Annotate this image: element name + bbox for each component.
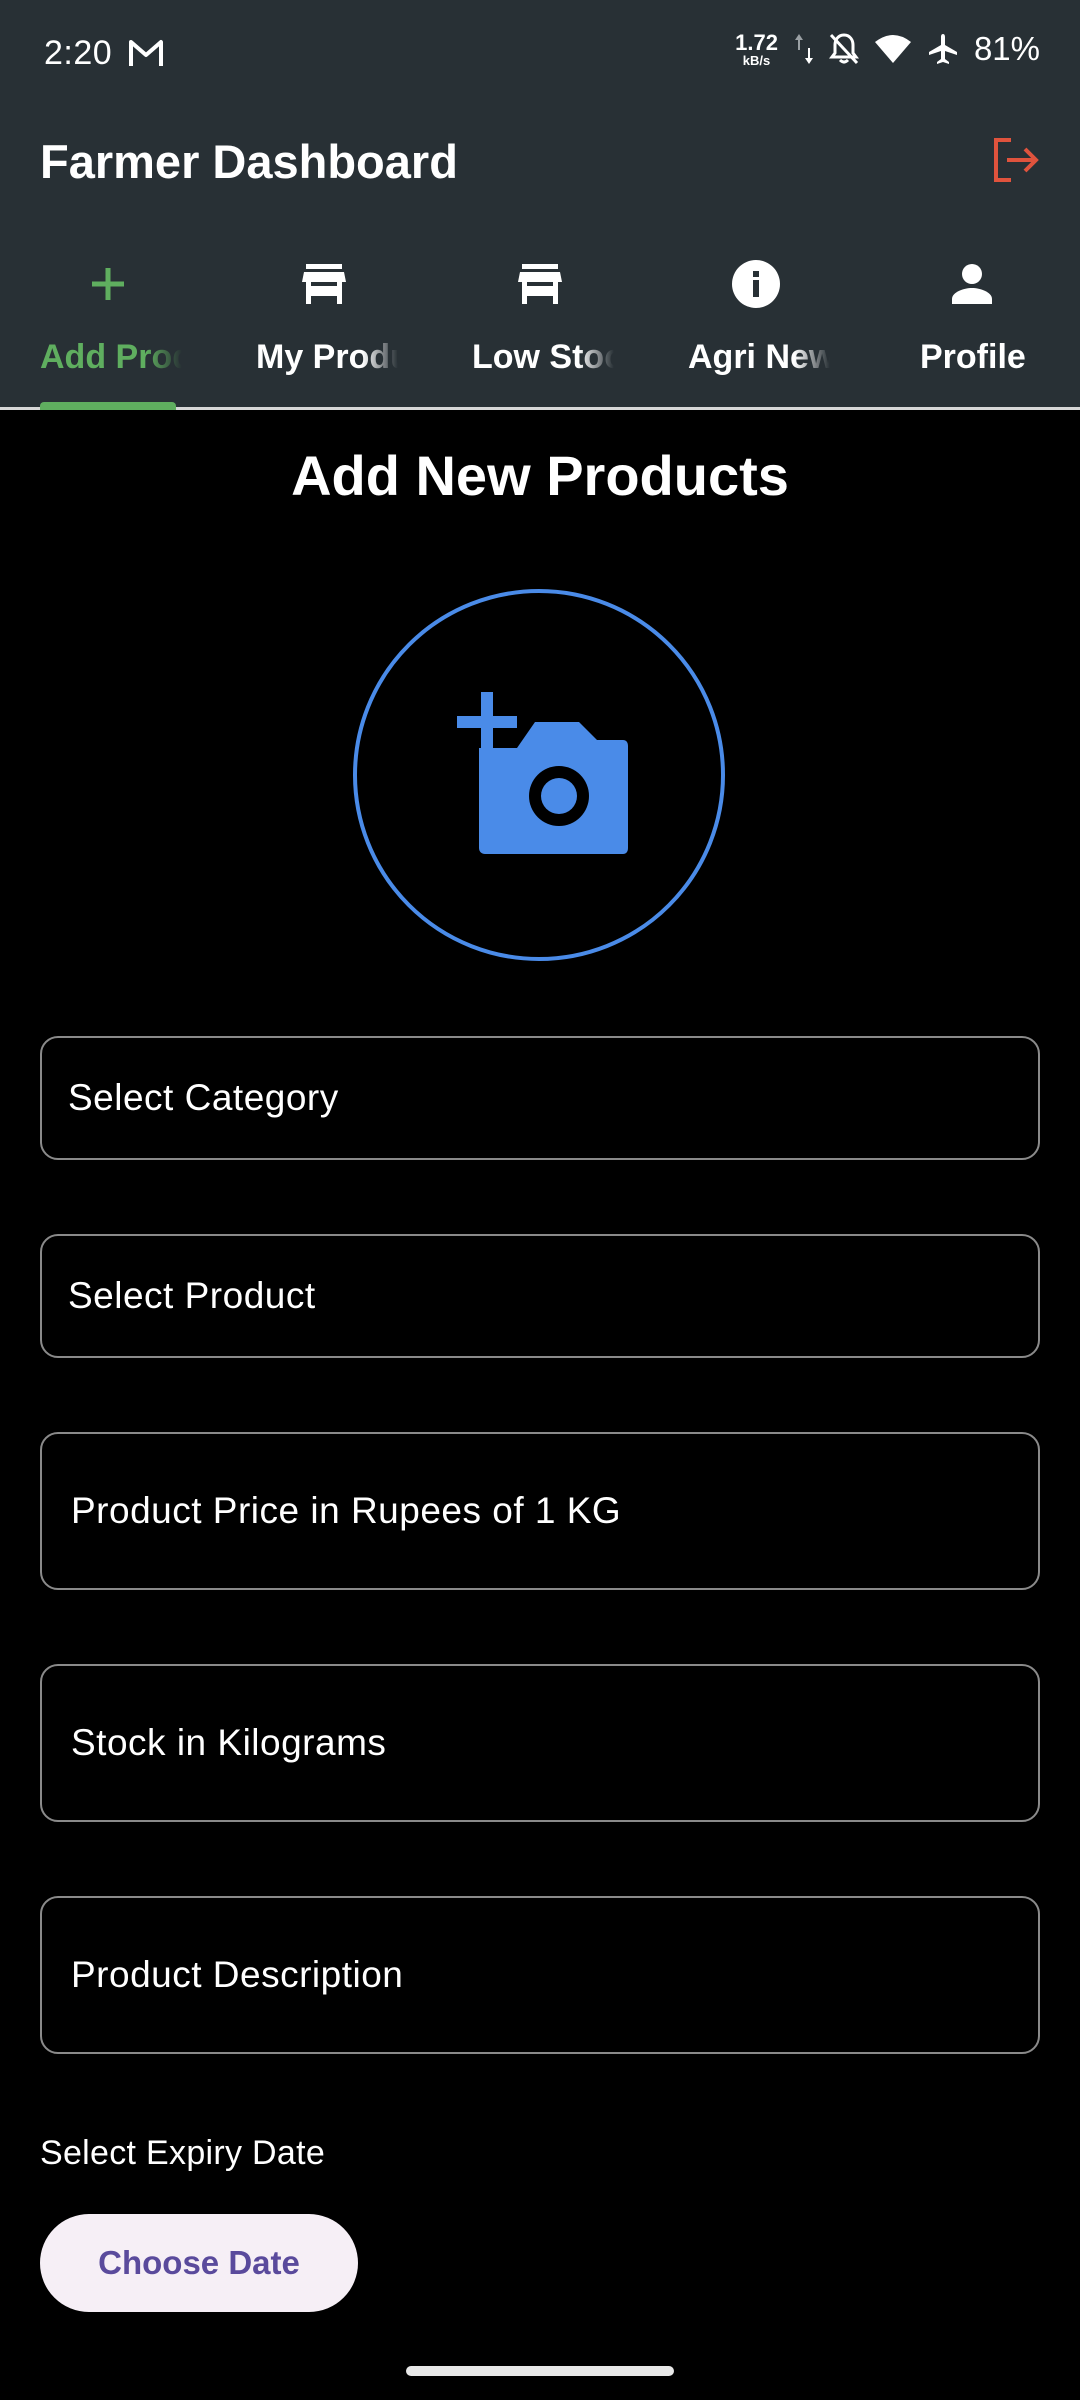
tab-label: Low Stock bbox=[472, 338, 614, 376]
gmail-icon bbox=[128, 38, 164, 70]
status-bar: 2:20 1.72 kB/s 81% bbox=[0, 0, 1080, 108]
network-speed: 1.72 kB/s bbox=[735, 29, 778, 68]
add-photo-button[interactable] bbox=[353, 589, 725, 961]
tab-bar: Add Products My Products Low Stock bbox=[0, 212, 1080, 410]
product-select[interactable]: Select Product bbox=[40, 1234, 1040, 1358]
price-input[interactable]: Product Price in Rupees of 1 KG bbox=[40, 1432, 1040, 1590]
info-icon bbox=[648, 254, 864, 314]
description-input[interactable]: Product Description bbox=[40, 1896, 1040, 2054]
description-input-placeholder: Product Description bbox=[71, 1954, 404, 1995]
add-photo-icon bbox=[457, 692, 628, 854]
store-icon bbox=[216, 254, 432, 314]
stock-input-placeholder: Stock in Kilograms bbox=[71, 1722, 387, 1763]
battery-percent: 81% bbox=[973, 30, 1040, 67]
expiry-date-label: Select Expiry Date bbox=[40, 2134, 326, 2172]
app-bar: Farmer Dashboard bbox=[0, 108, 1080, 212]
bell-off-icon bbox=[828, 32, 860, 66]
network-speed-value: 1.72 bbox=[735, 29, 778, 55]
tab-label: My Products bbox=[256, 338, 398, 376]
person-icon bbox=[864, 254, 1080, 314]
store-icon bbox=[432, 254, 648, 314]
tab-label: Add Products bbox=[40, 338, 182, 376]
tab-add-products[interactable]: Add Products bbox=[0, 212, 216, 410]
status-icons: 1.72 kB/s 81% bbox=[735, 30, 1040, 68]
tab-profile[interactable]: Profile bbox=[864, 212, 1080, 407]
airplane-icon bbox=[926, 32, 960, 66]
price-input-placeholder: Product Price in Rupees of 1 KG bbox=[71, 1490, 622, 1531]
choose-date-button[interactable]: Choose Date bbox=[40, 2214, 358, 2312]
status-time: 2:20 bbox=[44, 34, 113, 72]
tab-low-stock[interactable]: Low Stock bbox=[432, 212, 648, 407]
product-select-placeholder: Select Product bbox=[68, 1275, 316, 1316]
home-indicator[interactable] bbox=[406, 2366, 674, 2376]
network-speed-unit: kB/s bbox=[742, 52, 771, 68]
category-select[interactable]: Select Category bbox=[40, 1036, 1040, 1160]
wifi-icon bbox=[874, 34, 912, 64]
logout-button[interactable] bbox=[986, 130, 1046, 190]
plus-icon bbox=[0, 254, 216, 314]
page-title-bar: Farmer Dashboard bbox=[40, 135, 458, 188]
tab-agri-news[interactable]: Agri News bbox=[648, 212, 864, 407]
category-select-placeholder: Select Category bbox=[68, 1077, 339, 1118]
tab-my-products[interactable]: My Products bbox=[216, 212, 432, 407]
tab-label: Profile bbox=[920, 338, 1026, 376]
page-title: Add New Products bbox=[291, 444, 789, 507]
stock-input[interactable]: Stock in Kilograms bbox=[40, 1664, 1040, 1822]
tab-indicator bbox=[40, 402, 176, 410]
data-transfer-icon bbox=[794, 32, 814, 66]
tab-label: Agri News bbox=[688, 338, 830, 376]
logout-icon bbox=[994, 138, 1039, 182]
